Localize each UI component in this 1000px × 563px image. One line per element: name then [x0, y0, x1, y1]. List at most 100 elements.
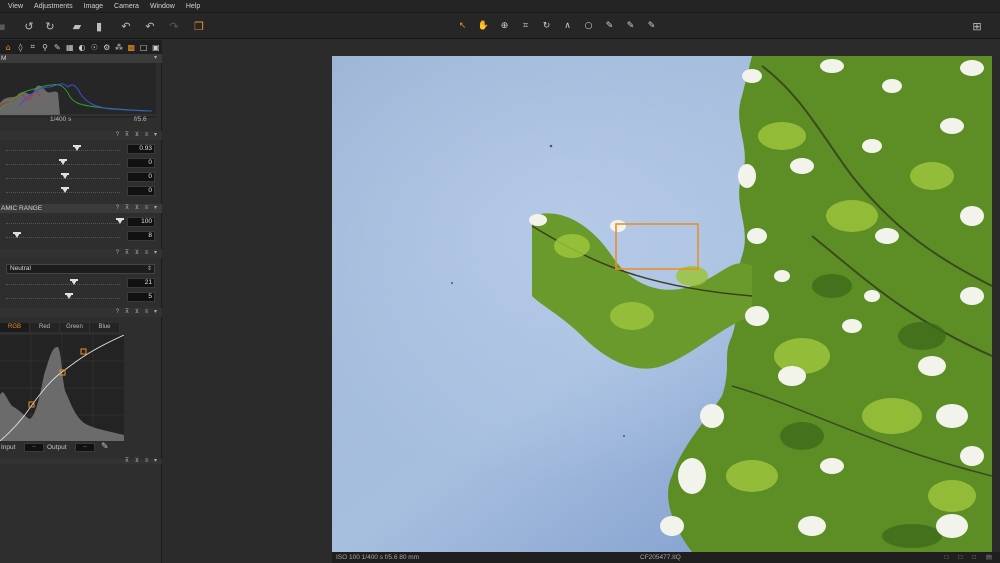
- exposure-value-field[interactable]: 0: [127, 172, 155, 182]
- hdr-slider-row: 8: [0, 231, 162, 243]
- exposure-slider-row: 0: [0, 172, 162, 184]
- collapsed-section-header[interactable]: ⊼ ⊻ ≡ ▾: [0, 458, 162, 464]
- clarity-value-field[interactable]: 5: [127, 292, 155, 302]
- redo-icon[interactable]: ↷: [166, 18, 182, 34]
- tab-color-icon[interactable]: ✎: [51, 41, 63, 53]
- photo-viewer-image[interactable]: [332, 56, 992, 552]
- tab-crop-icon[interactable]: ⌗: [27, 41, 39, 53]
- curve-input-field[interactable]: --: [24, 443, 44, 452]
- histogram-header[interactable]: M ▾: [0, 54, 162, 63]
- exposure-header[interactable]: ? ⊼ ⊻ ≡ ▾: [0, 131, 162, 140]
- hdr-value-field[interactable]: 8: [127, 231, 155, 241]
- exposure-slider-handle[interactable]: [72, 145, 81, 151]
- hdr-slider-track[interactable]: [6, 223, 120, 224]
- clarity-slider-track[interactable]: [6, 284, 120, 285]
- tab-exposure-icon[interactable]: ▦: [64, 41, 76, 53]
- exposure-slider-row: 0.93: [0, 144, 162, 156]
- tab-curve-rgb[interactable]: RGB: [0, 323, 30, 332]
- undo-icon[interactable]: ↶: [118, 18, 134, 34]
- annotate-icon[interactable]: ✎: [641, 17, 662, 35]
- exposure-slider-track[interactable]: [6, 150, 120, 151]
- wb-picker-icon[interactable]: ✎: [620, 17, 641, 35]
- tool-tabs: ⌂ ◊ ⌗ ⚲ ✎ ▦ ◐ ☉ ⚙ ⁂ ▩ □ ▣: [0, 40, 162, 54]
- aperture-value: f/5.6: [134, 116, 147, 123]
- stack-icon[interactable]: ❐: [191, 18, 207, 34]
- curve-picker-icon[interactable]: ✎: [101, 442, 109, 452]
- menu-camera[interactable]: Camera: [114, 3, 139, 10]
- histogram-menu-icon[interactable]: ▾: [154, 54, 159, 63]
- exposure-slider-handle[interactable]: [59, 159, 67, 165]
- exposure-value-field[interactable]: 0.93: [127, 144, 155, 154]
- menu-adjustments[interactable]: Adjustments: [34, 3, 73, 10]
- rotate-tool-icon[interactable]: ↻: [536, 17, 557, 35]
- tab-library-icon[interactable]: ⌂: [2, 41, 14, 53]
- hdr-value-field[interactable]: 100: [127, 217, 155, 227]
- clarity-slider-handle[interactable]: [64, 293, 73, 299]
- select-arrows-icon: ⇕: [146, 266, 152, 272]
- rotate-left-icon[interactable]: ↺: [21, 18, 37, 34]
- toolbar-partial-icon[interactable]: ▪: [0, 18, 10, 34]
- curve-output-label: Output: [47, 444, 67, 451]
- tab-capture-icon[interactable]: ◊: [14, 41, 26, 53]
- tab-curve-red[interactable]: Red: [30, 323, 60, 332]
- hdr-slider-handle[interactable]: [116, 218, 124, 224]
- curve-header[interactable]: ? ⊼ ⊻ ≡ ▾: [0, 308, 162, 317]
- viewer-layout-icon[interactable]: ⊞: [969, 18, 985, 34]
- color-picker-icon[interactable]: ✎: [599, 17, 620, 35]
- clarity-value-field[interactable]: 21: [127, 278, 155, 288]
- exposure-slider-handle[interactable]: [61, 173, 70, 179]
- shutter-speed: 1/400 s: [50, 116, 72, 123]
- curve-header-icons[interactable]: ? ⊼ ⊻ ≡ ▾: [116, 308, 159, 317]
- menu-image[interactable]: Image: [84, 3, 103, 10]
- folder-move-icon[interactable]: ▰: [69, 18, 85, 34]
- exposure-header-icons[interactable]: ? ⊼ ⊻ ≡ ▾: [116, 131, 159, 140]
- select-cursor-icon[interactable]: ↖: [452, 17, 473, 35]
- undo-step-icon[interactable]: ↶: [142, 18, 158, 34]
- pan-hand-icon[interactable]: ✋: [473, 17, 494, 35]
- tab-grid-icon[interactable]: ▣: [150, 41, 162, 53]
- tab-curve-green[interactable]: Green: [60, 323, 90, 332]
- view-mode-icons[interactable]: □ □ □ ▤: [945, 552, 996, 563]
- zoom-icon[interactable]: ⊕: [494, 17, 515, 35]
- clarity-header[interactable]: ? ⊼ ⊻ ≡ ▾: [0, 249, 162, 258]
- curve-channel-tabs: RGB Red Green Blue: [0, 323, 120, 332]
- exif-summary: ISO 100 1/400 s f/5.6 80 mm: [336, 554, 420, 561]
- trash-icon[interactable]: ▮: [91, 18, 107, 34]
- menu-help[interactable]: Help: [186, 3, 200, 10]
- exposure-value-field[interactable]: 0: [127, 186, 155, 196]
- curve-output-field[interactable]: --: [75, 443, 95, 452]
- clarity-header-icons[interactable]: ? ⊼ ⊻ ≡ ▾: [116, 249, 159, 258]
- menu-view[interactable]: View: [8, 3, 23, 10]
- hdr-slider-track[interactable]: [6, 237, 120, 238]
- exposure-value-field[interactable]: 0: [127, 158, 155, 168]
- rotate-right-icon[interactable]: ↻: [42, 18, 58, 34]
- hdr-slider-handle[interactable]: [13, 232, 22, 238]
- tab-local-icon[interactable]: ☉: [88, 41, 100, 53]
- clarity-slider-track[interactable]: [6, 298, 120, 299]
- keystone-icon[interactable]: ∧: [557, 17, 578, 35]
- histogram: [0, 63, 156, 118]
- collapsed-section-icons[interactable]: ⊼ ⊻ ≡ ▾: [125, 458, 159, 464]
- exposure-slider-handle[interactable]: [61, 187, 70, 193]
- tab-focus-icon[interactable]: ⚲: [39, 41, 51, 53]
- viewer-right-edge: [992, 56, 1000, 552]
- clarity-slider-row: 21: [0, 278, 162, 290]
- cursor-tools: ↖ ✋ ⊕ ⌗ ↻ ∧ ○ ✎ ✎ ✎: [452, 17, 662, 35]
- menu-window[interactable]: Window: [150, 3, 175, 10]
- clarity-slider-handle[interactable]: [70, 279, 79, 285]
- tab-metadata-icon[interactable]: ⁂: [113, 41, 125, 53]
- spot-removal-icon[interactable]: ○: [578, 17, 599, 35]
- hdr-header[interactable]: AMIC RANGE ? ⊼ ⊻ ≡ ▾: [0, 204, 162, 213]
- tab-output-icon[interactable]: □: [137, 41, 149, 53]
- curve-editor[interactable]: [0, 335, 124, 441]
- file-name: CF205477.IIQ: [640, 554, 681, 561]
- main-toolbar: ▪ ↺ ↻ ▰ ▮ ↶ ↶ ↷ ❐ ↖ ✋ ⊕ ⌗ ↻ ∧ ○ ✎ ✎ ✎ ⊞: [0, 13, 1000, 39]
- crop-icon[interactable]: ⌗: [515, 17, 536, 35]
- clarity-method-select[interactable]: Neutral ⇕: [6, 264, 155, 274]
- histogram-title: M: [1, 55, 7, 62]
- tab-curve-blue[interactable]: Blue: [90, 323, 120, 332]
- hdr-header-icons[interactable]: ? ⊼ ⊻ ≡ ▾: [116, 204, 159, 213]
- tab-details-icon[interactable]: ◐: [76, 41, 88, 53]
- tab-adjust-icon[interactable]: ⚙: [101, 41, 113, 53]
- tab-batch-icon[interactable]: ▩: [125, 41, 137, 53]
